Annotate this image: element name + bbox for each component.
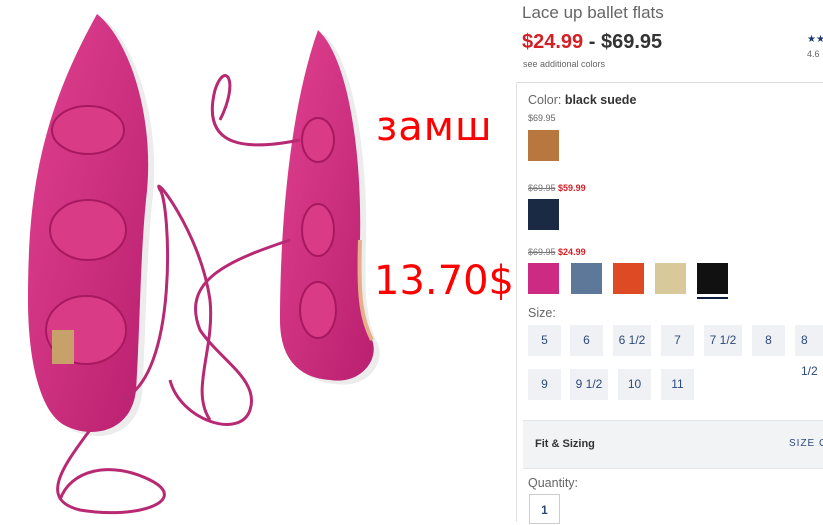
panel-border <box>516 82 517 522</box>
color-swatch-gold[interactable] <box>655 263 686 294</box>
size-option[interactable]: 9 1/2 <box>570 369 608 400</box>
size-option[interactable]: 5 <box>528 325 561 356</box>
size-option[interactable]: 8 <box>752 325 785 356</box>
color-swatch-cognac[interactable] <box>528 130 559 161</box>
size-option[interactable]: 10 <box>618 369 651 400</box>
selected-color: black suede <box>564 93 637 107</box>
product-details-panel: Lace up ballet flats $24.99 - $69.95 see… <box>515 0 823 524</box>
rating[interactable]: ★★ 4.6 <box>807 33 823 61</box>
fit-sizing-label: Fit & Sizing <box>535 438 595 450</box>
size-option[interactable]: 6 <box>570 325 603 356</box>
fit-sizing-bar[interactable]: Fit & Sizing SIZE G <box>523 420 823 469</box>
color-swatch-blue[interactable] <box>571 263 602 294</box>
color-label: Color: black suede <box>528 93 636 107</box>
size-guide-link[interactable]: SIZE G <box>789 438 823 449</box>
price-range: $24.99 - $69.95 <box>522 31 662 54</box>
size-option[interactable]: 11 <box>661 369 694 400</box>
product-title: Lace up ballet flats <box>522 3 664 22</box>
color-swatch-black[interactable] <box>697 263 728 294</box>
color-swatch-pink[interactable] <box>528 263 559 294</box>
price-separator: - <box>588 31 596 53</box>
size-option[interactable]: 7 <box>661 325 694 356</box>
color-label-text: Color: <box>528 93 562 107</box>
old-price: $69.95 <box>528 247 556 257</box>
selected-swatch-indicator <box>697 297 728 299</box>
rating-value: 4.6 <box>807 49 820 59</box>
material-annotation: замш <box>376 104 493 150</box>
see-additional-colors-link[interactable]: see additional colors <box>523 59 605 69</box>
quantity-input[interactable]: 1 <box>529 494 560 524</box>
price-high: $69.95 <box>600 31 663 53</box>
divider <box>516 82 823 83</box>
sale-price: $59.99 <box>558 183 586 193</box>
size-label: Size: <box>528 306 556 320</box>
color-swatch-navy[interactable] <box>528 199 559 230</box>
color-swatch-orange[interactable] <box>613 263 644 294</box>
color-group-price: $69.95 $59.99 <box>528 183 586 193</box>
size-option[interactable]: 8 1/2 <box>795 325 823 378</box>
quantity-label: Quantity: <box>528 476 579 490</box>
price-low: $24.99 <box>522 31 584 53</box>
sale-price: $24.99 <box>558 247 586 257</box>
price-annotation: 13.70$ <box>374 258 514 304</box>
size-option[interactable]: 7 1/2 <box>704 325 742 356</box>
old-price: $69.95 <box>528 183 556 193</box>
size-option[interactable]: 9 <box>528 369 561 400</box>
color-group-price: $69.95 <box>528 113 556 123</box>
color-group-price: $69.95 $24.99 <box>528 247 586 257</box>
rating-stars-icon: ★★ <box>807 34 823 45</box>
size-option[interactable]: 6 1/2 <box>613 325 651 356</box>
